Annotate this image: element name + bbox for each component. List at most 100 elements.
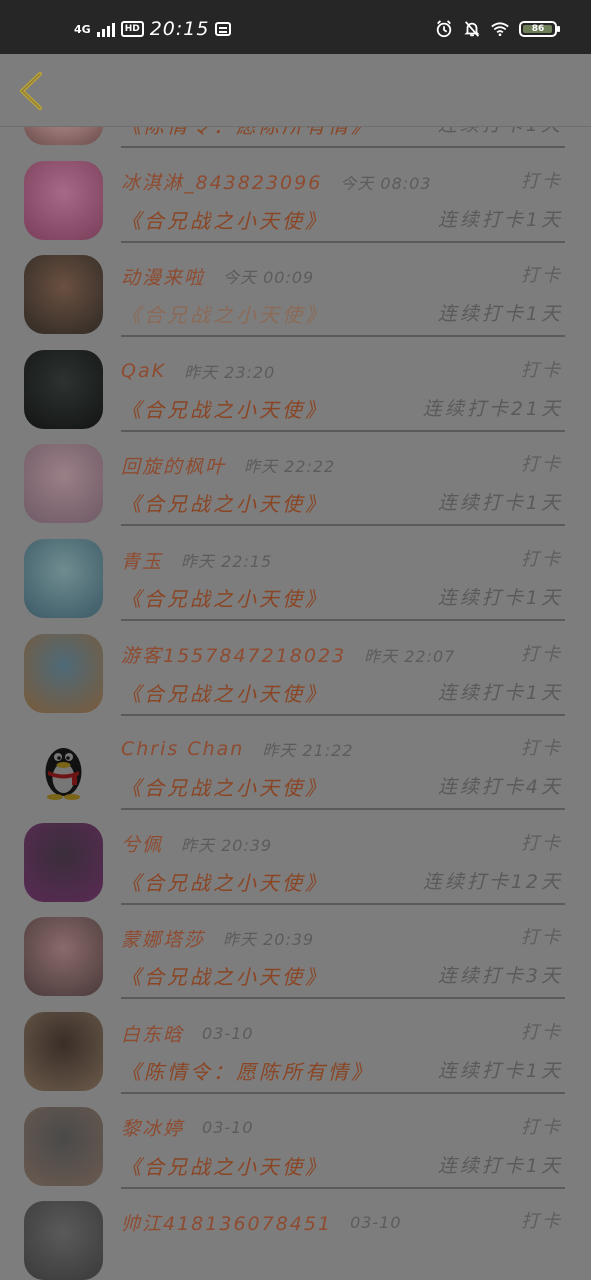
name-line: 动漫来啦 今天 00:09 — [121, 261, 563, 291]
checkin-label: 打卡 — [521, 643, 563, 665]
avatar[interactable] — [24, 917, 103, 997]
avatar[interactable] — [24, 539, 103, 618]
checkin-time: 昨天 22:15 — [181, 552, 273, 571]
user-name[interactable]: 冰淇淋_843823096 — [121, 168, 322, 195]
streak-count: 连续打卡4天 — [437, 776, 563, 799]
checkin-time: 昨天 22:07 — [364, 646, 456, 666]
name-line: 冰淇淋_843823096 今天 08:03 — [121, 167, 563, 197]
name-line: 黎冰婷 03-10 — [121, 1113, 563, 1143]
user-name[interactable]: 动漫来啦 — [121, 263, 205, 290]
signal-icon — [96, 21, 115, 37]
checkin-time: 03-10 — [202, 1023, 254, 1043]
list-item[interactable]: 蒙娜塔莎 昨天 20:39 打卡 《合兄战之小天使》 连续打卡3天 — [0, 909, 591, 1003]
bell-off-icon — [464, 21, 480, 37]
avatar[interactable] — [24, 822, 103, 902]
row-divider — [121, 1092, 565, 1094]
row-divider — [121, 429, 565, 432]
row-divider — [121, 997, 565, 1000]
user-name[interactable]: 白东晗 — [121, 1020, 184, 1047]
row-divider — [121, 524, 565, 527]
user-name[interactable]: 帅江418136078451 — [121, 1209, 332, 1236]
name-line: Chris Chan 昨天 21:22 — [121, 734, 563, 764]
streak-count: 连续打卡1天 — [437, 492, 563, 515]
list-item[interactable]: 白东晗 03-10 打卡 《陈情令：愿陈所有情》 连续打卡1天 — [0, 1004, 591, 1098]
streak-count: 连续打卡1天 — [437, 681, 563, 704]
avatar[interactable] — [24, 349, 103, 429]
name-line: QaK 昨天 23:20 — [121, 356, 563, 386]
checkin-time: 03-10 — [350, 1212, 402, 1232]
clock: 20:15 — [149, 18, 210, 40]
user-name[interactable]: 黎冰婷 — [121, 1114, 184, 1141]
user-name[interactable]: 青玉 — [121, 547, 163, 574]
chevron-left-icon[interactable] — [14, 70, 46, 112]
user-name[interactable]: 游客1557847218023 — [121, 641, 346, 668]
avatar[interactable] — [24, 1106, 103, 1186]
list-item[interactable]: 兮佩 昨天 20:39 打卡 《合兄战之小天使》 连续打卡12天 — [0, 815, 591, 909]
checkin-label: 打卡 — [521, 170, 563, 192]
avatar[interactable] — [24, 728, 103, 808]
user-name[interactable]: 回旋的枫叶 — [121, 452, 226, 479]
checkin-label: 打卡 — [521, 265, 563, 287]
user-name[interactable]: QaK — [121, 360, 166, 382]
checkin-label: 打卡 — [521, 927, 563, 949]
avatar[interactable] — [24, 1012, 103, 1091]
list-item[interactable]: 回旋的枫叶 昨天 22:22 打卡 《合兄战之小天使》 连续打卡1天 — [0, 436, 591, 530]
streak-count: 连续打卡1天 — [437, 1060, 563, 1082]
user-name[interactable]: Chris Chan — [121, 738, 244, 760]
list-item[interactable]: Chris Chan 昨天 21:22 打卡 《合兄战之小天使》 连续打卡4天 — [0, 720, 591, 814]
name-line: 青玉 昨天 22:15 — [121, 545, 563, 575]
streak-count: 连续打卡12天 — [422, 870, 563, 893]
avatar[interactable] — [24, 126, 103, 145]
row-divider — [121, 902, 565, 905]
header-bar — [0, 54, 591, 127]
row-divider — [121, 146, 565, 148]
checkin-label: 打卡 — [521, 832, 563, 854]
name-line: 兮佩 昨天 20:39 — [121, 829, 563, 859]
checkin-time: 03-10 — [202, 1118, 254, 1138]
row-divider — [121, 619, 565, 621]
hd-badge: HD — [120, 21, 144, 37]
checkin-label: 打卡 — [521, 1211, 563, 1233]
checkin-time: 昨天 22:22 — [244, 457, 336, 477]
list-item[interactable]: 冰淇淋_843823096 今天 08:03 打卡 《合兄战之小天使》 连续打卡1天 — [0, 153, 591, 247]
battery-level: 86 — [531, 24, 545, 34]
streak-count: 连续打卡1天 — [438, 126, 563, 137]
user-name[interactable]: 蒙娜塔莎 — [121, 925, 205, 952]
streak-count: 连续打卡21天 — [422, 397, 563, 420]
name-line: 白东晗 03-10 — [121, 1018, 563, 1048]
checkin-list[interactable]: 《陈情令：愿陈所有情》连续打卡1天冰淇淋_843823096 今天 08:03 打卡… — [0, 126, 591, 1280]
row-divider — [121, 1186, 565, 1189]
streak-count: 连续打卡3天 — [437, 965, 563, 988]
name-line: 蒙娜塔莎 昨天 20:39 — [121, 923, 563, 953]
checkin-time: 今天 00:09 — [223, 268, 315, 288]
user-name[interactable]: 兮佩 — [121, 830, 163, 857]
checkin-label: 打卡 — [521, 1022, 563, 1043]
name-line: 游客1557847218023 昨天 22:07 — [121, 640, 563, 670]
list-item[interactable]: 动漫来啦 今天 00:09 打卡 《合兄战之小天使》 连续打卡1天 — [0, 247, 591, 341]
list-item[interactable]: QaK 昨天 23:20 打卡 《合兄战之小天使》 连续打卡21天 — [0, 342, 591, 436]
avatar[interactable] — [24, 444, 103, 524]
avatar[interactable] — [24, 1201, 103, 1280]
list-item[interactable]: 黎冰婷 03-10 打卡 《合兄战之小天使》 连续打卡1天 — [0, 1099, 591, 1193]
checkin-label: 打卡 — [521, 359, 563, 381]
checkin-time: 昨天 20:39 — [223, 930, 315, 950]
row-divider — [121, 240, 565, 243]
row-divider — [121, 335, 565, 338]
checkin-label: 打卡 — [521, 454, 563, 476]
checkin-label: 打卡 — [521, 738, 563, 760]
avatar[interactable] — [24, 633, 103, 713]
streak-count: 连续打卡1天 — [437, 1154, 563, 1177]
list-item[interactable]: 帅江418136078451 03-10 打卡 — [0, 1193, 591, 1280]
avatar[interactable] — [24, 255, 103, 335]
battery-icon: 86 — [519, 21, 560, 37]
streak-count: 连续打卡1天 — [437, 587, 563, 609]
list-item[interactable]: 《陈情令：愿陈所有情》连续打卡1天 — [0, 126, 591, 152]
list-item[interactable]: 青玉 昨天 22:15 打卡 《合兄战之小天使》 连续打卡1天 — [0, 531, 591, 625]
avatar[interactable] — [24, 160, 103, 240]
list-item[interactable]: 游客1557847218023 昨天 22:07 打卡 《合兄战之小天使》 连续打卡1天 — [0, 626, 591, 720]
status-left: 4G HD 20:15 — [74, 18, 232, 40]
checkin-time: 昨天 21:22 — [262, 741, 354, 761]
name-line: 回旋的枫叶 昨天 22:22 — [121, 450, 563, 480]
status-bar: 4G HD 20:15 86 — [0, 0, 591, 54]
alarm-clock-icon — [436, 20, 452, 38]
